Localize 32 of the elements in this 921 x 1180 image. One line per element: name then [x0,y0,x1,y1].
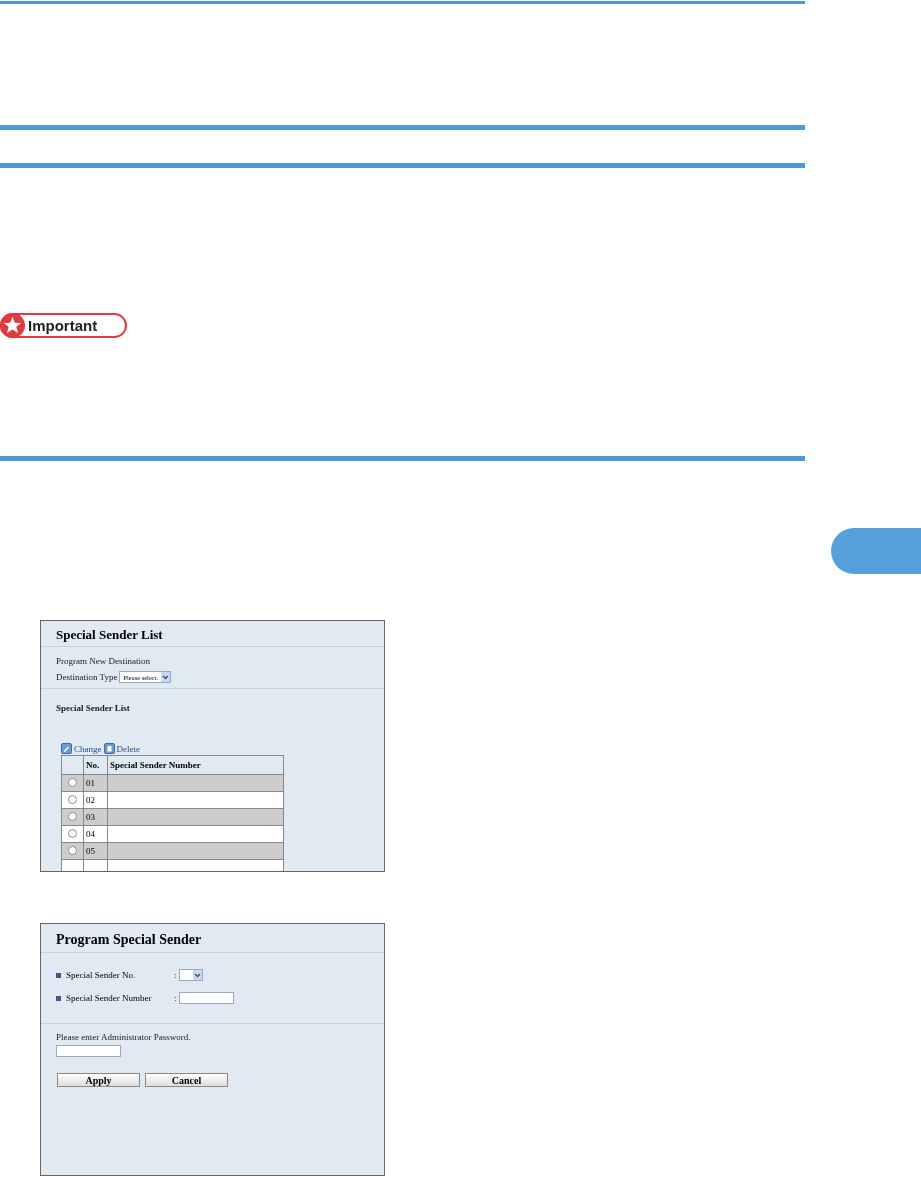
input-field[interactable] [178,992,234,1004]
chevron-icon [192,970,202,980]
row-radio[interactable] [68,794,77,804]
field-label: Special Sender No. [66,970,137,980]
important-badge: Important [0,313,128,338]
separator-colon: : [174,970,177,980]
bullet-icon [56,995,61,1001]
toolbar-link[interactable]: Delete [116,743,140,754]
section-title: Special Sender List [55,703,131,713]
number-select[interactable] [178,969,203,981]
cancel-button[interactable]: Cancel [145,1073,228,1087]
field-label: Special Sender Number [66,993,153,1003]
apply-button[interactable]: Apply [57,1073,140,1087]
column-header: Special Sender Number [107,755,284,775]
password-prompt: Please enter Administrator Password. [55,1032,192,1042]
table-cell: 02 [83,791,108,809]
table-cell: 04 [83,825,108,843]
screen-title: Special Sender List [41,621,384,647]
separator-colon: : [174,993,177,1003]
bullet-icon [56,972,61,978]
column-header: No. [83,755,108,775]
password-field[interactable] [56,1045,121,1057]
row-radio[interactable] [68,811,77,821]
row-radio[interactable] [68,845,77,855]
row-radio[interactable] [68,828,77,838]
chevron-icon [161,672,171,682]
toolbar-link[interactable]: Change [74,743,102,754]
program-label: Program New Destination [55,656,151,666]
field-label: Destination Type [56,672,118,682]
pencil-icon [61,743,72,754]
screen-title: Program Special Sender [41,924,384,953]
row-radio[interactable] [68,777,77,787]
